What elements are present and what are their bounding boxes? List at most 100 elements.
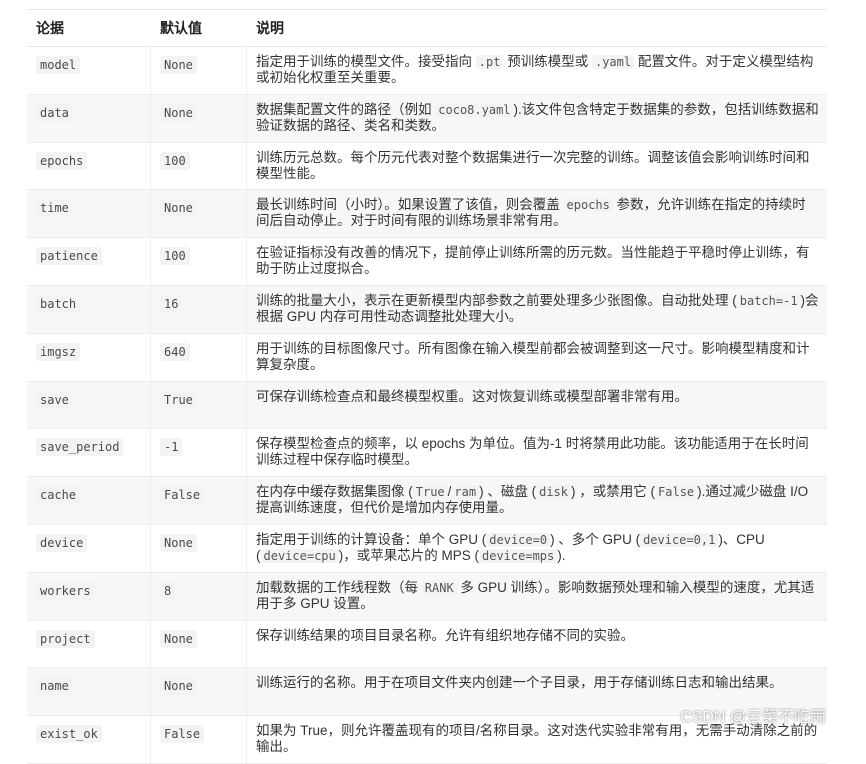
- default-value: -1: [160, 438, 183, 457]
- description-text: 训练的批量大小，表示在更新模型内部参数之前要处理多少张图像。自动批处理 (: [256, 292, 737, 308]
- description-text: 保存训练结果的项目目录名称。允许有组织地存储不同的实验。: [256, 627, 634, 643]
- param-name: save: [36, 390, 73, 409]
- description-cell: 最长训练时间（小时）。如果设置了该值，则会覆盖 epochs 参数，允许训练在指…: [247, 190, 827, 237]
- description-text: ) 、磁盘 (: [479, 484, 537, 500]
- description-cell: 保存模型检查点的频率，以 epochs 为单位。值为-1 时将禁用此功能。该功能…: [247, 429, 827, 476]
- param-cell: imgsz: [27, 333, 151, 381]
- default-cell: 8: [151, 572, 247, 620]
- param-cell: exist_ok: [27, 716, 151, 763]
- default-value: 100: [160, 247, 190, 266]
- param-cell: project: [27, 620, 151, 668]
- default-value: 100: [160, 151, 190, 170]
- table-row: save True 可保存训练检查点和最终模型权重。这对恢复训练或模型部署非常有用。: [27, 381, 827, 430]
- default-cell: None: [151, 94, 247, 142]
- default-cell: None: [151, 668, 247, 716]
- description-text: 在验证指标没有改善的情况下，提前停止训练所需的历元数。当性能趋于平稳时停止训练，…: [256, 245, 810, 277]
- description-cell: 指定用于训练的模型文件。接受指向 .pt 预训练模型或 .yaml 配置文件。对…: [247, 47, 827, 94]
- param-name: imgsz: [36, 342, 81, 361]
- table-row: time None 最长训练时间（小时）。如果设置了该值，则会覆盖 epochs 参…: [27, 190, 827, 239]
- table-row: save_period -1 保存模型检查点的频率，以 epochs 为单位。值为-…: [27, 429, 827, 478]
- inline-code: False: [655, 485, 698, 500]
- table-row: epochs 100 训练历元总数。每个历元代表对整个数据集进行一次完整的训练。调整…: [27, 142, 827, 191]
- param-name: save_period: [36, 438, 124, 457]
- description-text: ).: [557, 547, 566, 563]
- param-cell: device: [27, 524, 151, 572]
- param-cell: patience: [27, 238, 151, 285]
- default-cell: 100: [151, 238, 247, 285]
- default-cell: 100: [151, 142, 247, 190]
- description-text: 保存模型检查点的频率，以 epochs 为单位。值为-1 时将禁用此功能。该功能…: [256, 436, 809, 468]
- default-cell: None: [151, 47, 247, 94]
- inline-code: device=cpu: [260, 548, 339, 563]
- default-cell: None: [151, 620, 247, 668]
- param-name: epochs: [36, 151, 88, 170]
- param-name: name: [36, 677, 73, 696]
- description-cell: 训练历元总数。每个历元代表对整个数据集进行一次完整的训练。调整该值会影响训练时间…: [247, 143, 827, 190]
- description-text: 最长训练时间（小时）。如果设置了该值，则会覆盖: [256, 197, 564, 213]
- param-cell: epochs: [27, 142, 151, 190]
- inline-code: disk: [536, 485, 572, 500]
- description-cell: 用于训练的目标图像尺寸。所有图像在输入模型前都会被调整到这一尺寸。影响模型精度和…: [247, 334, 827, 381]
- description-text: 数据集配置文件的路径（例如: [256, 101, 436, 117]
- param-cell: cache: [27, 477, 151, 524]
- description-text: )，或苹果芯片的 MPS (: [338, 547, 479, 563]
- inline-code: device=mps: [479, 548, 558, 563]
- param-name: batch: [36, 294, 81, 313]
- description-text: 可保存训练检查点和最终模型权重。这对恢复训练或模型部署非常有用。: [256, 388, 688, 404]
- param-name: model: [36, 56, 81, 74]
- default-value: None: [160, 677, 197, 696]
- default-value: 8: [160, 581, 176, 600]
- inline-code: batch=-1: [736, 293, 801, 308]
- table-row: cache False 在内存中缓存数据集图像 (True / ram) 、磁盘 (di…: [27, 477, 827, 525]
- watermark: CSDN @云菜不吃雨: [680, 709, 827, 726]
- description-text: 用于训练的目标图像尺寸。所有图像在输入模型前都会被调整到这一尺寸。影响模型精度和…: [256, 340, 810, 372]
- description-text: 在内存中缓存数据集图像 (: [256, 484, 413, 500]
- default-cell: 16: [151, 285, 247, 333]
- description-text: 预训练模型或: [503, 54, 592, 69]
- param-cell: name: [27, 668, 151, 716]
- param-cell: model: [27, 47, 151, 94]
- description-cell: 数据集配置文件的路径（例如 coco8.yaml).该文件包含特定于数据集的参数…: [247, 95, 827, 142]
- description-cell: 指定用于训练的计算设备：单个 GPU (device=0) 、多个 GPU (d…: [247, 525, 827, 572]
- parameter-table: 论据 默认值 说明 model None 指定用于训练的模型文件。接受指向 .pt …: [27, 9, 827, 764]
- param-cell: save_period: [27, 429, 151, 477]
- param-name: workers: [36, 581, 95, 600]
- description-text: 训练运行的名称。用于在项目文件夹内创建一个子目录，用于存储训练日志和输出结果。: [256, 675, 783, 691]
- description-cell: 可保存训练检查点和最终模型权重。这对恢复训练或模型部署非常有用。: [247, 382, 827, 429]
- inline-code: RANK: [421, 580, 457, 595]
- default-value: None: [160, 56, 197, 74]
- description-text: ) 、多个 GPU (: [550, 531, 641, 547]
- param-cell: data: [27, 94, 151, 142]
- default-value: False: [160, 725, 205, 744]
- param-name: cache: [36, 486, 81, 505]
- default-cell: None: [151, 524, 247, 572]
- default-value: 640: [160, 342, 190, 361]
- inline-code: device=0,1: [640, 532, 719, 547]
- header-default: 默认值: [160, 20, 202, 36]
- param-name: exist_ok: [36, 725, 102, 744]
- default-cell: -1: [151, 429, 247, 477]
- header-description: 说明: [256, 20, 284, 36]
- param-cell: workers: [27, 572, 151, 620]
- param-name: data: [36, 103, 73, 122]
- param-name: device: [36, 533, 88, 552]
- default-cell: False: [151, 716, 247, 763]
- default-value: 16: [160, 294, 183, 313]
- description-cell: 在验证指标没有改善的情况下，提前停止训练所需的历元数。当性能趋于平稳时停止训练，…: [247, 238, 827, 285]
- default-value: None: [160, 533, 197, 552]
- description-text: 指定用于训练的计算设备：单个 GPU (: [256, 531, 487, 547]
- description-cell: 在内存中缓存数据集图像 (True / ram) 、磁盘 (disk) ，或禁用它 …: [247, 477, 827, 524]
- default-cell: 640: [151, 333, 247, 381]
- default-cell: True: [151, 381, 247, 429]
- default-value: None: [160, 103, 197, 122]
- default-value: None: [160, 199, 197, 218]
- inline-code: .pt: [475, 55, 504, 69]
- description-text: 指定用于训练的模型文件。接受指向: [256, 54, 476, 69]
- description-text: 如果为 True，则允许覆盖现有的项目/名称目录。这对迭代实验非常有用，无需手动…: [256, 723, 818, 755]
- description-text: 训练历元总数。每个历元代表对整个数据集进行一次完整的训练。调整该值会影响训练时间…: [256, 149, 810, 181]
- table-row: model None 指定用于训练的模型文件。接受指向 .pt 预训练模型或 .ya…: [27, 47, 827, 95]
- param-cell: time: [27, 190, 151, 238]
- default-value: True: [160, 390, 197, 409]
- table-row: patience 100 在验证指标没有改善的情况下，提前停止训练所需的历元数。当性…: [27, 238, 827, 286]
- param-name: project: [36, 629, 95, 648]
